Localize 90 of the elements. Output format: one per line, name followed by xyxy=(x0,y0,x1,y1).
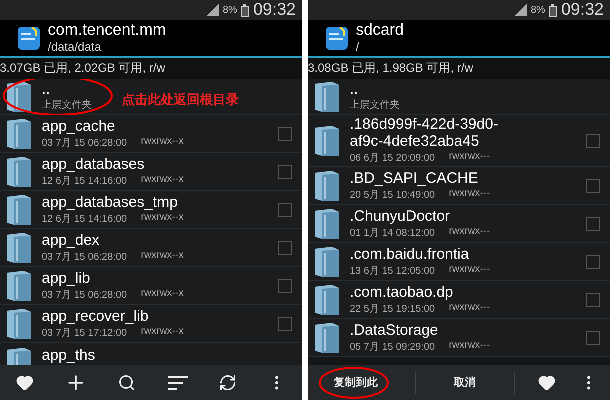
app-icon xyxy=(326,26,348,50)
file-name[interactable]: app_dex xyxy=(42,232,100,248)
file-permissions: rwxrwx--x xyxy=(141,212,184,222)
file-permissions: rwxrwx--- xyxy=(449,151,490,162)
file-date: 20 5月 15 10:49:00 xyxy=(350,188,436,202)
sort-icon[interactable] xyxy=(168,374,188,390)
folder-title: sdcard xyxy=(356,22,404,40)
checkbox[interactable] xyxy=(586,292,600,306)
file-permissions: rwxrwx--- xyxy=(449,340,490,350)
checkbox[interactable] xyxy=(278,316,292,330)
folder-icon xyxy=(6,308,32,340)
folder-icon xyxy=(314,246,340,278)
file-date: 06 6月 15 20:09:00 xyxy=(350,152,436,165)
file-name[interactable]: app_databases xyxy=(42,156,145,172)
file-permissions: rwxrwx--- xyxy=(449,188,490,198)
folder-path: / xyxy=(356,40,360,54)
file-date: 13 6月 15 12:05:00 xyxy=(350,264,436,278)
file-name[interactable]: .BD_SAPI_CACHE xyxy=(350,170,478,186)
file-date: 03 7月 15 06:28:00 xyxy=(42,136,128,150)
file-meta: 上层文件夹 xyxy=(42,98,92,112)
folder-icon xyxy=(314,170,340,202)
file-date: 03 7月 15 17:12:00 xyxy=(42,326,128,340)
toolbar-button[interactable]: 复制到此 xyxy=(320,369,392,396)
folder-icon xyxy=(314,322,340,354)
storage-info: 3.08GB 已用, 1.98GB 可用, r/w xyxy=(308,58,610,79)
folder-icon xyxy=(314,124,340,156)
checkbox[interactable] xyxy=(278,164,292,178)
folder-icon xyxy=(314,80,340,112)
file-permissions: rwxrwx--- xyxy=(449,264,490,274)
signal-icon xyxy=(515,4,527,16)
file-date: 05 7月 15 09:29:00 xyxy=(350,340,436,354)
battery-level: 8% xyxy=(223,4,238,16)
file-date: 12 6月 15 14:16:00 xyxy=(42,174,128,188)
file-permissions: rwxrwx--x xyxy=(141,288,184,298)
file-date: 01 1月 14 08:12:00 xyxy=(350,226,436,240)
folder-title: com.tencent.mm xyxy=(48,22,166,40)
file-permissions: rwxrwx--x xyxy=(141,174,184,184)
heart-icon[interactable] xyxy=(16,374,34,392)
file-name[interactable]: .com.taobao.dp xyxy=(350,284,454,300)
checkbox[interactable] xyxy=(586,254,600,268)
heart-icon[interactable] xyxy=(538,374,556,392)
file-name[interactable]: app_databases_tmp xyxy=(42,194,178,210)
file-permissions: rwxrwx--- xyxy=(449,302,490,312)
file-name[interactable]: app_ths xyxy=(42,347,96,364)
file-permissions: rwxrwx--x xyxy=(141,136,184,146)
file-date: 12 6月 15 14:16:00 xyxy=(42,212,128,226)
battery-level: 8% xyxy=(531,4,546,16)
checkbox[interactable] xyxy=(586,178,600,192)
annotation-text: 点击此处返回根目录 xyxy=(122,91,239,109)
battery-icon xyxy=(241,4,250,16)
clock: 09:32 xyxy=(253,0,296,20)
checkbox[interactable] xyxy=(278,240,292,254)
file-name[interactable]: app_lib xyxy=(42,270,90,286)
folder-icon xyxy=(314,208,340,240)
file-date: 03 7月 15 06:28:00 xyxy=(42,250,128,264)
file-name[interactable]: app_recover_lib xyxy=(42,308,149,324)
checkbox[interactable] xyxy=(278,126,292,140)
storage-info: 3.07GB 已用, 2.02GB 可用, r/w xyxy=(0,58,302,79)
file-permissions: rwxrwx--x xyxy=(141,250,184,260)
refresh-icon[interactable] xyxy=(218,374,237,392)
file-name[interactable]: .186d999f-422d-39d0-af9c-4defe32aba45 xyxy=(350,116,530,150)
file-name[interactable]: .ChunyuDoctor xyxy=(350,208,450,224)
folder-icon xyxy=(6,156,32,188)
checkbox[interactable] xyxy=(278,278,292,292)
signal-icon xyxy=(207,4,219,16)
file-permissions: rwxrwx--- xyxy=(449,226,490,236)
folder-icon xyxy=(6,232,32,264)
file-date: 03 7月 15 06:28:00 xyxy=(42,288,128,302)
file-name[interactable]: .. xyxy=(42,81,50,98)
toolbar-button[interactable]: 取消 xyxy=(440,369,490,396)
file-permissions: rwxrwx--x xyxy=(141,326,184,336)
app-icon xyxy=(18,26,40,50)
file-name[interactable]: .. xyxy=(350,81,358,98)
file-date: 22 5月 15 19:15:00 xyxy=(350,302,436,316)
folder-icon xyxy=(6,270,32,302)
checkbox[interactable] xyxy=(586,134,600,148)
checkbox[interactable] xyxy=(278,202,292,216)
file-name[interactable]: .DataStorage xyxy=(350,322,438,338)
folder-icon xyxy=(314,284,340,316)
search-icon[interactable] xyxy=(118,374,136,392)
folder-icon xyxy=(6,194,32,226)
checkbox[interactable] xyxy=(586,330,600,344)
file-name[interactable]: .com.baidu.frontia xyxy=(350,246,470,262)
clock: 09:32 xyxy=(561,0,604,20)
folder-path: /data/data xyxy=(48,40,102,54)
battery-icon xyxy=(549,4,558,16)
file-name[interactable]: app_cache xyxy=(42,118,116,134)
checkbox[interactable] xyxy=(586,216,600,230)
file-meta: 上层文件夹 xyxy=(350,98,400,112)
folder-icon xyxy=(6,118,32,150)
